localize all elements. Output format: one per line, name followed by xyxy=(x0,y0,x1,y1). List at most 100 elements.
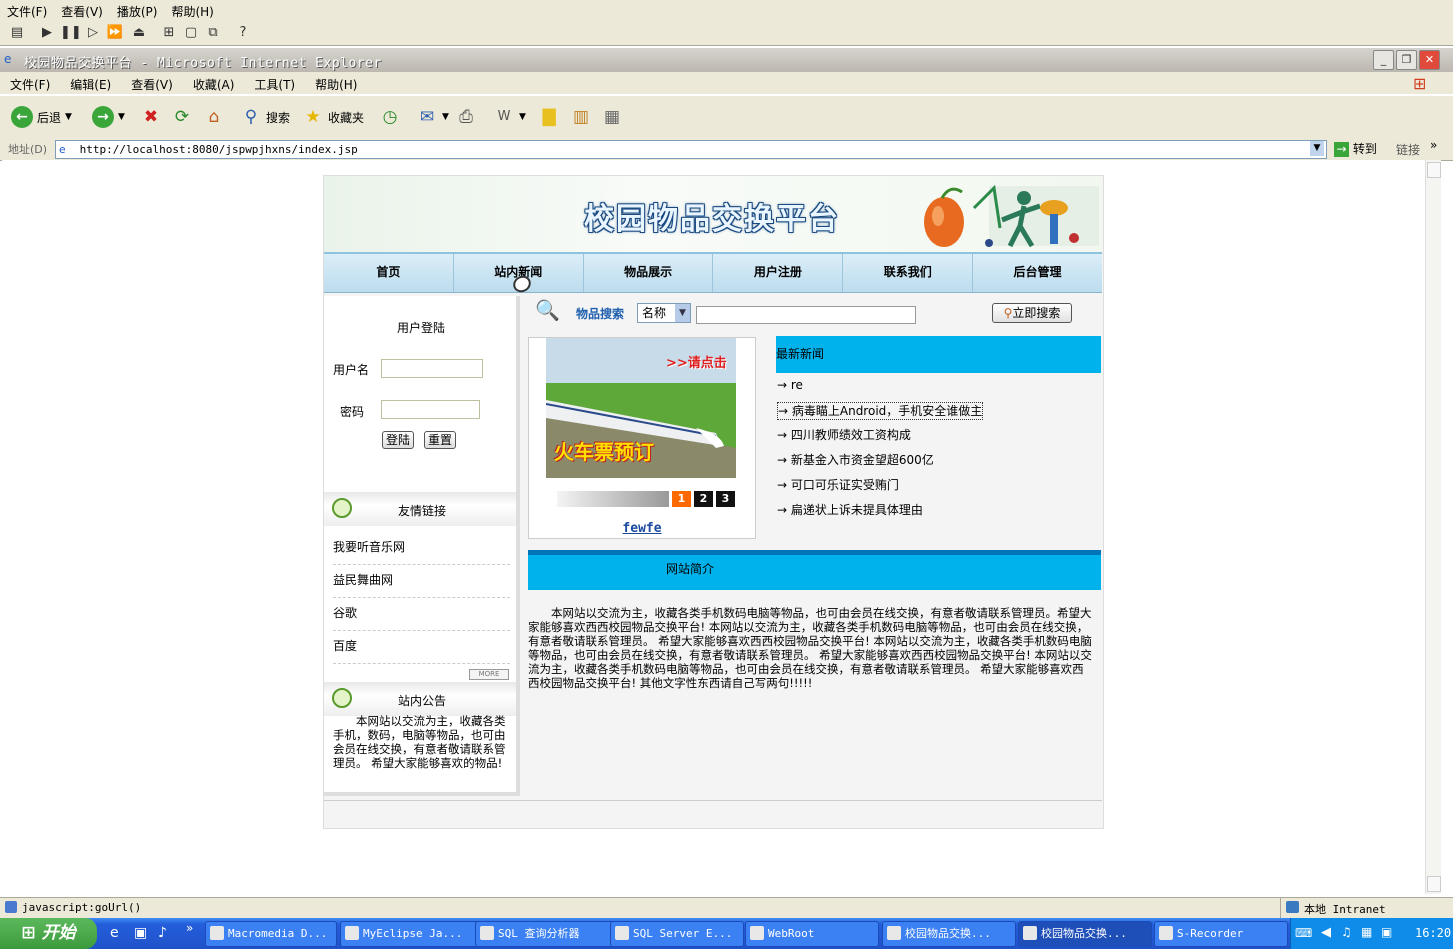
leaf-icon xyxy=(332,688,352,708)
slide-dot[interactable]: 3 xyxy=(716,491,735,507)
volume-icon[interactable]: ♫ xyxy=(1341,925,1352,939)
password-input[interactable] xyxy=(381,400,480,419)
task-webroot[interactable]: WebRoot xyxy=(745,921,879,947)
site-title: 校园物品交换平台 xyxy=(584,202,840,237)
links-button[interactable]: 链接 xyxy=(1396,141,1420,158)
reset-button[interactable]: 重置 xyxy=(424,431,457,449)
print-button[interactable]: ⎙ xyxy=(455,104,477,130)
friend-links-title: 友情链接 xyxy=(398,504,447,518)
refresh-button[interactable]: ⟳ xyxy=(171,104,193,130)
scroll-up-icon[interactable] xyxy=(1427,162,1441,178)
task-site-1[interactable]: 校园物品交换... xyxy=(882,921,1016,947)
crop-icon[interactable]: ⧉ xyxy=(204,24,222,42)
search-input[interactable] xyxy=(696,306,916,324)
task-macromedia[interactable]: Macromedia D... xyxy=(205,921,337,947)
news-item[interactable]: → 可口可乐证实受贿门 xyxy=(777,477,899,493)
menu-view[interactable]: 查看(V) xyxy=(121,72,183,93)
task-myeclipse[interactable]: MyEclipse Ja... xyxy=(340,921,482,947)
news-item[interactable]: → re xyxy=(777,377,803,393)
media-icon: ▦ xyxy=(603,107,621,127)
address-dropdown-icon[interactable]: ▼ xyxy=(1310,141,1324,156)
fast-forward-icon[interactable]: ⏩ xyxy=(106,24,124,42)
keyboard-icon[interactable]: ⌨ xyxy=(1295,926,1312,940)
menu-tools[interactable]: 工具(T) xyxy=(244,72,305,93)
close-button[interactable]: ✕ xyxy=(1419,50,1440,70)
more-button[interactable]: MORE xyxy=(469,669,509,680)
play-icon[interactable]: ▶ xyxy=(38,24,56,42)
address-input[interactable]: e http://localhost:8080/jspwpjhxns/index… xyxy=(55,140,1327,159)
history-button[interactable]: ◷ xyxy=(379,104,401,130)
login-button[interactable]: 登陆 xyxy=(382,431,415,449)
favorites-button[interactable]: ★ 收藏夹 xyxy=(302,104,364,130)
tray-collapse-icon[interactable]: ◀ xyxy=(1321,925,1331,940)
friend-link-item[interactable]: 益民舞曲网 xyxy=(333,565,510,598)
add-frame-icon[interactable]: ⊞ xyxy=(160,24,178,42)
eject-icon[interactable]: ⏏ xyxy=(130,24,148,42)
help-icon[interactable]: ? xyxy=(234,24,252,42)
start-button[interactable]: ⊞ 开始 xyxy=(0,918,97,949)
network-icon[interactable]: ▦ xyxy=(1361,925,1372,939)
menu-file[interactable]: 文件(F) xyxy=(0,72,60,93)
slide-dot[interactable]: 1 xyxy=(672,491,691,507)
vertical-scrollbar[interactable] xyxy=(1425,160,1441,894)
forward-button[interactable]: → ▼ xyxy=(92,104,125,130)
research-button[interactable]: ▥ xyxy=(570,104,592,130)
recorder-menu-help[interactable]: 帮助(H) xyxy=(164,0,220,23)
news-item[interactable]: → 新基金入市资金望超600亿 xyxy=(777,452,934,468)
go-label: 转到 xyxy=(1352,142,1377,156)
step-icon[interactable]: ▷ xyxy=(84,24,102,42)
quicklaunch-desktop-icon[interactable]: ▣ xyxy=(134,925,147,941)
back-button[interactable]: ← 后退 ▼ xyxy=(11,104,72,130)
task-sql-query[interactable]: SQL 查询分析器 xyxy=(475,921,619,947)
slide-image[interactable]: >>请点击 火车票预订 xyxy=(546,338,736,478)
menu-help[interactable]: 帮助(H) xyxy=(305,72,367,93)
open-icon[interactable]: ▤ xyxy=(8,24,26,42)
recorder-menu-play[interactable]: 播放(P) xyxy=(110,0,165,23)
nav-items[interactable]: 物品展示 xyxy=(584,254,714,292)
quicklaunch-media-icon[interactable]: ♪ xyxy=(158,925,167,941)
pause-icon[interactable]: ❚❚ xyxy=(60,24,82,42)
discuss-button[interactable]: ▇ xyxy=(538,104,560,130)
news-item[interactable]: → 扁递状上诉未提具体理由 xyxy=(777,502,923,518)
slide-caption[interactable]: fewfe xyxy=(529,521,755,536)
scroll-down-icon[interactable] xyxy=(1427,876,1441,892)
friend-link-item[interactable]: 百度 xyxy=(333,631,510,664)
search-submit-button[interactable]: ⚲立即搜索 xyxy=(992,303,1072,323)
menu-favorites[interactable]: 收藏(A) xyxy=(183,72,245,93)
messenger-button[interactable]: ▦ xyxy=(601,104,623,130)
restore-button[interactable]: ❐ xyxy=(1396,50,1417,70)
username-input[interactable] xyxy=(381,359,483,378)
search-field-select[interactable]: 名称 ▼ xyxy=(637,303,691,323)
slide-dot[interactable]: 2 xyxy=(694,491,713,507)
menu-edit[interactable]: 编辑(E) xyxy=(60,72,121,93)
home-button[interactable]: ⌂ xyxy=(203,104,225,130)
ie-addressbar: 地址(D) e http://localhost:8080/jspwpjhxns… xyxy=(0,138,1453,161)
nav-admin[interactable]: 后台管理 xyxy=(973,254,1102,292)
task-sql-server[interactable]: SQL Server E... xyxy=(610,921,744,947)
task-srecorder[interactable]: S-Recorder xyxy=(1154,921,1288,947)
task-site-2[interactable]: 校园物品交换... xyxy=(1018,921,1152,947)
nav-contact[interactable]: 联系我们 xyxy=(843,254,974,292)
recorder-menu-view[interactable]: 查看(V) xyxy=(54,0,110,23)
friend-link-item[interactable]: 谷歌 xyxy=(333,598,510,631)
news-item[interactable]: → 四川教师绩效工资构成 xyxy=(777,427,911,443)
friend-link-item[interactable]: 我要听音乐网 xyxy=(333,532,510,565)
tray-app-icon[interactable]: ▣ xyxy=(1381,925,1392,939)
recorder-menu-file[interactable]: 文件(F) xyxy=(0,0,54,23)
news-item[interactable]: → 病毒瞄上Android，手机安全谁做主 xyxy=(777,402,984,420)
quicklaunch-more-icon[interactable]: » xyxy=(186,921,193,935)
go-button[interactable]: → 转到 xyxy=(1334,140,1377,157)
frame-icon[interactable]: ▢ xyxy=(182,24,200,42)
nav-register[interactable]: 用户注册 xyxy=(713,254,844,292)
stop-button[interactable]: ✖ xyxy=(140,104,162,130)
search-button[interactable]: ⚲ 搜索 xyxy=(240,104,290,130)
login-title: 用户登陆 xyxy=(397,321,446,335)
minimize-button[interactable]: _ xyxy=(1373,50,1394,70)
chevron-icon[interactable]: » xyxy=(1430,138,1437,152)
mail-button[interactable]: ✉ ▼ xyxy=(416,104,449,130)
intro-header: 网站简介 xyxy=(528,550,1101,590)
nav-home[interactable]: 首页 xyxy=(324,254,454,292)
edit-button[interactable]: W ▼ xyxy=(493,104,526,130)
quicklaunch-ie-icon[interactable]: e xyxy=(110,925,119,941)
magnifier-icon: 🔍 xyxy=(535,298,560,322)
